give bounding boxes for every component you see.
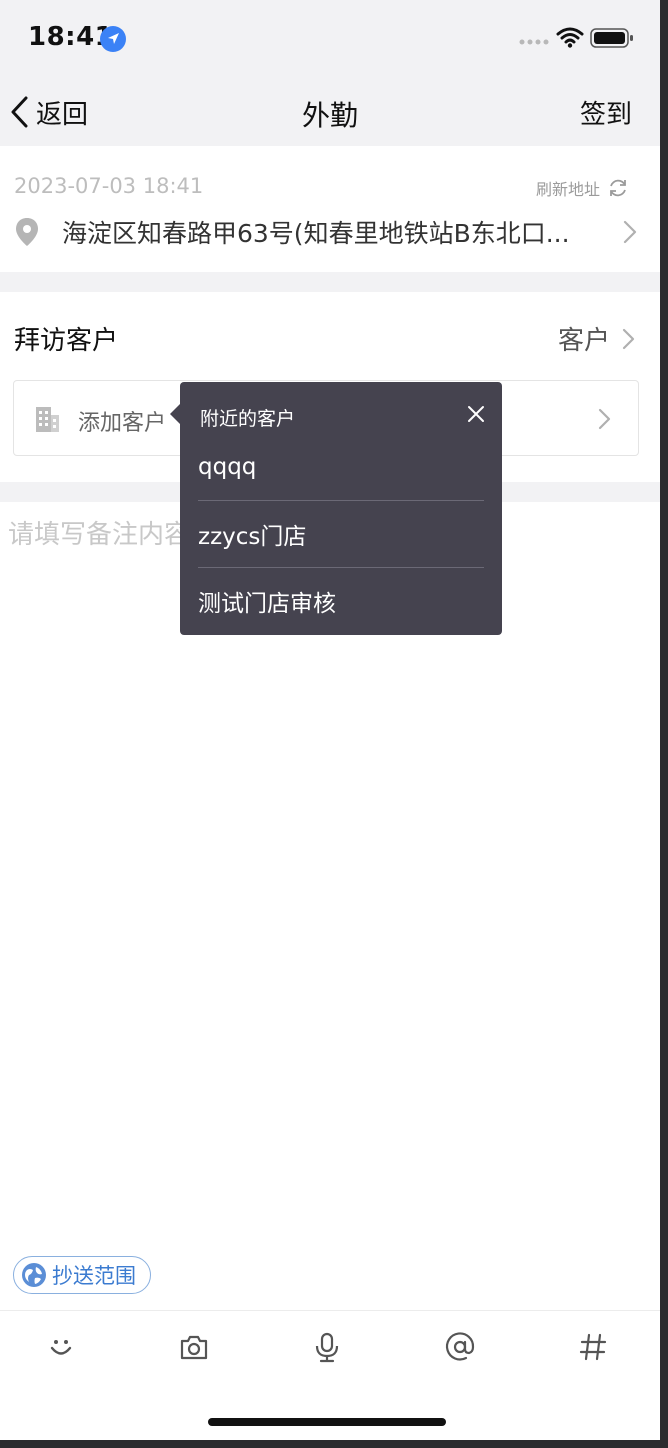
customer-link[interactable]: 客户: [558, 320, 636, 357]
hashtag-icon[interactable]: [577, 1331, 609, 1363]
address-text: 海淀区知春路甲63号(知春里地铁站B东北口...: [62, 219, 570, 248]
cc-scope-label: 抄送范围: [52, 1264, 136, 1288]
refresh-address-label: 刷新地址: [535, 180, 600, 199]
add-customer-label: 添加客户: [78, 411, 167, 436]
home-indicator: [208, 1418, 446, 1426]
customer-link-label: 客户: [557, 326, 610, 356]
popup-arrow: [170, 404, 180, 424]
back-label: 返回: [36, 99, 89, 130]
globe-icon: [22, 1263, 46, 1287]
remark-input[interactable]: 请填写备注内容: [8, 514, 190, 551]
emoji-icon[interactable]: [45, 1331, 77, 1363]
location-card: 2023-07-03 18:41 刷新地址 海淀区知春路甲63号(知春里地铁站B…: [0, 146, 660, 272]
map-pin-icon: [16, 218, 38, 246]
screen: 18:41 返回 外勤 签到 2023-07-03 18:41 刷新地址 海淀区…: [0, 0, 660, 1440]
building-icon: [36, 407, 59, 432]
address-row[interactable]: 海淀区知春路甲63号(知春里地铁站B东北口...: [14, 212, 644, 252]
popup-item[interactable]: zzycs门店: [198, 501, 484, 567]
refresh-address-button[interactable]: 刷新地址: [536, 176, 630, 200]
close-icon[interactable]: [464, 402, 488, 426]
popup-item[interactable]: qqqq: [198, 434, 484, 500]
wifi-icon: [556, 27, 584, 48]
signal-dots-icon: [519, 39, 549, 45]
status-bar: 18:41: [0, 0, 660, 78]
popup-title: 附近的客户: [200, 408, 296, 430]
chevron-right-icon: [598, 408, 611, 430]
chevron-left-icon: [11, 96, 28, 128]
nearby-customers-popup: 附近的客户 qqqq zzycs门店 测试门店审核: [170, 382, 502, 635]
back-button[interactable]: 返回: [8, 94, 88, 130]
chevron-right-icon: [622, 328, 635, 349]
at-icon[interactable]: [444, 1331, 476, 1363]
visit-customer-title: 拜访客户: [14, 326, 119, 356]
popup-item[interactable]: 测试门店审核: [198, 568, 484, 634]
cc-scope-button[interactable]: 抄送范围: [13, 1256, 151, 1294]
section-divider: [0, 272, 660, 292]
refresh-icon: [610, 179, 626, 197]
location-services-icon: [100, 26, 126, 52]
chevron-right-icon: [623, 220, 637, 244]
nav-bar: 返回 外勤 签到: [0, 78, 660, 146]
microphone-icon[interactable]: [311, 1331, 343, 1363]
checkin-button[interactable]: 签到: [580, 94, 632, 131]
location-datetime: 2023-07-03 18:41: [14, 174, 204, 198]
battery-icon: [590, 28, 633, 48]
camera-icon[interactable]: [178, 1331, 210, 1363]
bottom-toolbar: [0, 1310, 660, 1387]
page-title: 外勤: [301, 99, 358, 132]
